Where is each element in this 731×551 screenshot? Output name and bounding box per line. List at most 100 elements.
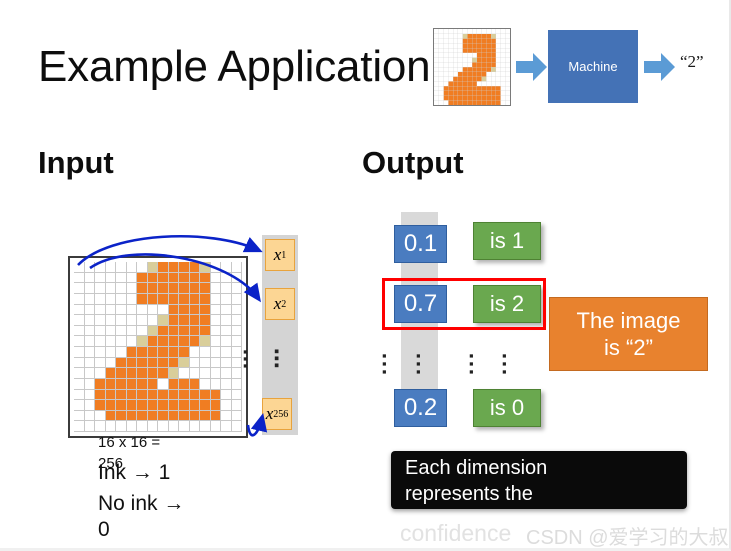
pixel-cell (231, 421, 242, 432)
pixel-cell (74, 421, 85, 432)
pixel-cell (126, 262, 137, 273)
slide-canvas: Example Application Machine “2” Input Ou… (0, 0, 731, 551)
pixel-cell (105, 304, 116, 316)
pixel-cell (116, 357, 127, 369)
output-value-box-1: 0.1 (394, 225, 447, 263)
pixel-cell (189, 378, 200, 390)
pixel-cell (84, 410, 95, 422)
pixel-cell (231, 283, 242, 294)
pixel-cell (126, 315, 137, 326)
pixel-cell (84, 315, 95, 326)
pixel-cell (126, 283, 137, 294)
machine-label: Machine (568, 59, 618, 74)
pixel-cell (74, 325, 85, 337)
pixel-cell (137, 368, 148, 379)
pixel-cell (126, 421, 137, 432)
pixel-cell (137, 293, 148, 305)
pixel-cell (231, 325, 242, 337)
pixel-cell (179, 283, 190, 294)
pixel-cell (168, 262, 179, 273)
pixel-cell (210, 325, 221, 337)
pixel-cell (179, 389, 190, 401)
pixel-cell (126, 357, 137, 369)
vector-element-x1: x1 (265, 239, 295, 271)
right-arrow-icon-1 (516, 53, 547, 81)
pixel-cell (231, 378, 242, 390)
pixel-cell (189, 357, 200, 369)
pixel-cell (95, 283, 106, 294)
pixel-cell (116, 400, 127, 411)
pixel-cell (168, 389, 179, 401)
pixel-cell (221, 272, 232, 284)
pixel-cell (126, 272, 137, 284)
explanation-tooltip: Each dimension represents the (391, 451, 687, 509)
pixel-cell (95, 315, 106, 326)
pixel-cell (158, 347, 169, 358)
pixel-cell (168, 378, 179, 390)
pixel-cell (168, 272, 179, 284)
pixel-cell (84, 421, 95, 432)
pixel-cell (210, 347, 221, 358)
pixel-cell (105, 293, 116, 305)
pixel-cell (179, 272, 190, 284)
pixel-cell (84, 368, 95, 379)
pixel-cell (168, 336, 179, 347)
pixel-cell (105, 315, 116, 326)
pixel-cell (179, 410, 190, 422)
pixel-cell (231, 357, 242, 369)
pixel-cell (231, 272, 242, 284)
pixel-cell (74, 400, 85, 411)
pixel-cell (168, 347, 179, 358)
pixel-cell (147, 293, 158, 305)
pixel-cell (105, 421, 116, 432)
pixel-cell (147, 262, 158, 273)
pixel-cell (147, 347, 158, 358)
pixel-cell (105, 357, 116, 369)
pixel-cell (158, 262, 169, 273)
caption-grid-size: 16 x 16 = (98, 434, 161, 451)
pixel-cell (105, 272, 116, 284)
pixel-cell (231, 400, 242, 411)
pixel-cell (179, 304, 190, 316)
pixel-cell (200, 336, 211, 347)
pixel-cell (231, 336, 242, 347)
right-arrow-icon-2 (644, 53, 675, 81)
pixel-cell (137, 283, 148, 294)
pixel-cell (189, 272, 200, 284)
pixel-cell (126, 400, 137, 411)
pixel-cell (74, 347, 85, 358)
pixel-cell (158, 389, 169, 401)
pixel-cell (189, 336, 200, 347)
machine-box: Machine (548, 30, 638, 103)
caption-no-ink-rule: No ink → (98, 492, 185, 515)
pixel-cell (116, 325, 127, 337)
pixel-cell (210, 336, 221, 347)
pixel-cell (221, 378, 232, 390)
pixel-cell (179, 378, 190, 390)
watermark-text: CSDN @爱学习的大叔 (526, 527, 729, 549)
pixel-cell (221, 304, 232, 316)
callout-line-2: is “2” (604, 335, 653, 360)
pixel-cell (189, 389, 200, 401)
pixel-cell (126, 304, 137, 316)
pixel-cell (95, 262, 106, 273)
pixel-cell (74, 357, 85, 369)
pixel-cell (231, 304, 242, 316)
pixel-cell (84, 389, 95, 401)
pixel-cell (200, 421, 211, 432)
header-digit-image (433, 28, 511, 106)
pixel-cell (221, 262, 232, 273)
pixel-cell (74, 378, 85, 390)
pixel-cell (158, 421, 169, 432)
output-label-box-1: is 1 (473, 222, 541, 260)
pixel-cell (116, 378, 127, 390)
pixel-cell (179, 315, 190, 326)
pixel-cell (200, 400, 211, 411)
header-output-label: “2” (680, 52, 704, 71)
pixel-cell (168, 357, 179, 369)
pixel-cell (137, 400, 148, 411)
pixel-cell (200, 325, 211, 337)
section-heading-output: Output (362, 145, 464, 180)
pixel-cell (116, 293, 127, 305)
pixel-cell (158, 378, 169, 390)
